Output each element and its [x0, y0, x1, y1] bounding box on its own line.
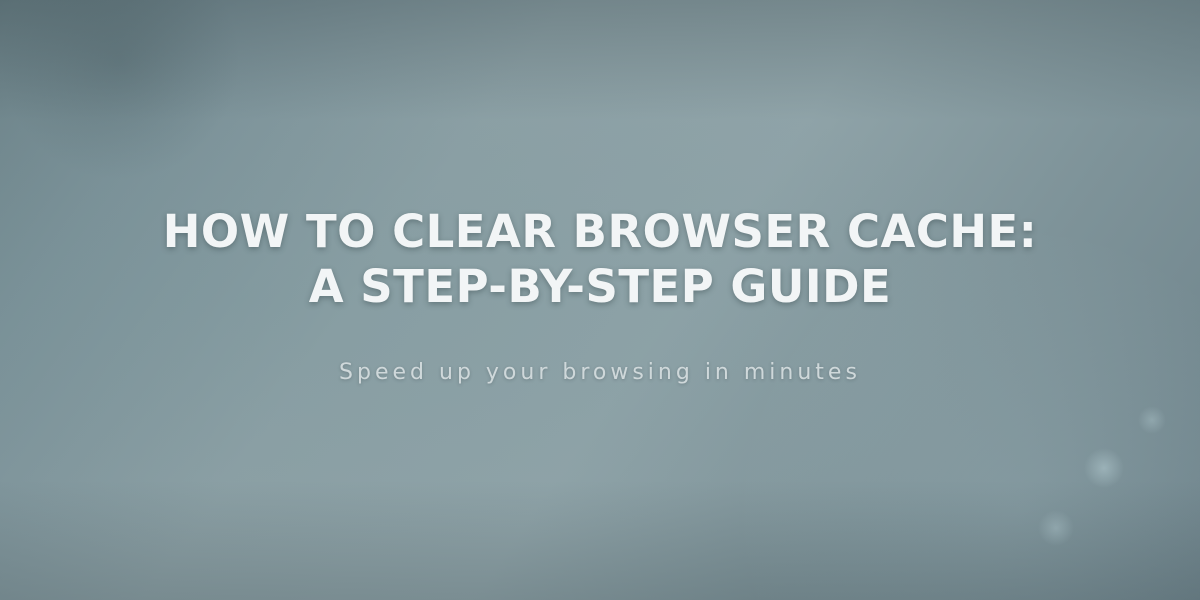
page-subtitle: Speed up your browsing in minutes: [339, 360, 861, 385]
page-title: HOW TO CLEAR BROWSER CACHE: A STEP-BY-ST…: [140, 205, 1060, 315]
hero-banner: HOW TO CLEAR BROWSER CACHE: A STEP-BY-ST…: [0, 0, 1200, 600]
